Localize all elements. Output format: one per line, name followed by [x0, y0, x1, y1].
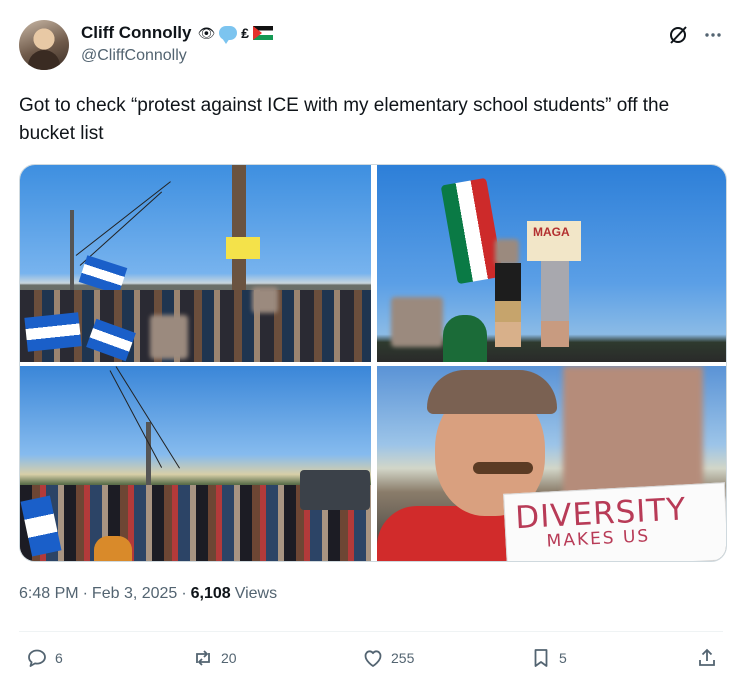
lira-sign-icon: ₤ — [241, 25, 250, 41]
tweet-header: Cliff Connolly 👁 ₤ @CliffConnolly — [19, 18, 723, 74]
meta-separator: · — [82, 585, 88, 602]
reply-button[interactable]: 6 — [25, 646, 63, 670]
speech-bubble-icon — [219, 26, 238, 44]
maga-sign-text: MAGA — [533, 225, 570, 239]
bookmark-button[interactable]: 5 — [529, 646, 567, 670]
action-bar: 6 20 255 5 — [19, 646, 723, 676]
views-label: Views — [234, 585, 278, 602]
person-in-crowd — [443, 315, 487, 362]
like-count: 255 — [391, 650, 415, 666]
tweet-time[interactable]: 6:48 PM — [19, 585, 79, 603]
person-in-orange — [94, 536, 132, 561]
handle[interactable]: @CliffConnolly — [81, 47, 273, 65]
repost-button[interactable]: 20 — [191, 646, 237, 670]
bookmark-count: 5 — [559, 650, 567, 666]
honduras-flag — [24, 312, 82, 352]
eye-icon: 👁 — [197, 24, 216, 41]
photo-3[interactable] — [20, 366, 371, 561]
moustache — [473, 462, 533, 474]
bookmark-icon — [529, 646, 553, 670]
grok-icon[interactable] — [667, 24, 689, 46]
tweet-text: Got to check “protest against ICE with m… — [19, 95, 670, 144]
reply-icon — [25, 646, 49, 670]
avatar[interactable] — [19, 20, 69, 70]
profile-badges: 👁 ₤ — [197, 24, 274, 44]
heart-icon — [361, 646, 385, 670]
truck — [300, 470, 370, 510]
display-name-row: Cliff Connolly 👁 ₤ — [81, 22, 274, 44]
meta-separator: · — [181, 585, 187, 602]
photo-4[interactable]: DIVERSITY MAKES US — [377, 366, 726, 561]
blurred-face — [150, 315, 188, 359]
standing-person — [495, 263, 521, 347]
diversity-sign: DIVERSITY MAKES US — [503, 482, 726, 561]
share-icon — [695, 646, 719, 670]
photo-2[interactable]: MAGA — [377, 165, 726, 362]
top-actions — [667, 24, 723, 46]
photo-1[interactable] — [20, 165, 371, 362]
media-grid: MAGA DIVERSITY MAKES US — [19, 164, 727, 562]
repost-icon — [191, 646, 215, 670]
divider — [19, 631, 723, 632]
palestine-flag-icon — [253, 26, 274, 40]
more-options-icon[interactable] — [703, 25, 723, 45]
views-count: 6,108 — [190, 585, 231, 602]
share-button[interactable] — [695, 646, 719, 670]
display-name[interactable]: Cliff Connolly — [81, 23, 191, 43]
street-sign — [226, 237, 260, 259]
reply-count: 6 — [55, 650, 63, 666]
blurred-face — [252, 287, 278, 313]
repost-count: 20 — [221, 650, 237, 666]
tweet-date[interactable]: Feb 3, 2025 — [92, 585, 177, 603]
blurred-face — [391, 297, 443, 347]
utility-pole — [70, 210, 74, 300]
tweet-meta: 6:48 PM · Feb 3, 2025 · 6,108 Views — [19, 585, 277, 603]
blurred-face — [495, 239, 519, 265]
author-names: Cliff Connolly 👁 ₤ @CliffConnolly — [81, 22, 274, 65]
baseball-cap — [427, 370, 557, 414]
standing-person — [541, 261, 569, 347]
like-button[interactable]: 255 — [361, 646, 414, 670]
